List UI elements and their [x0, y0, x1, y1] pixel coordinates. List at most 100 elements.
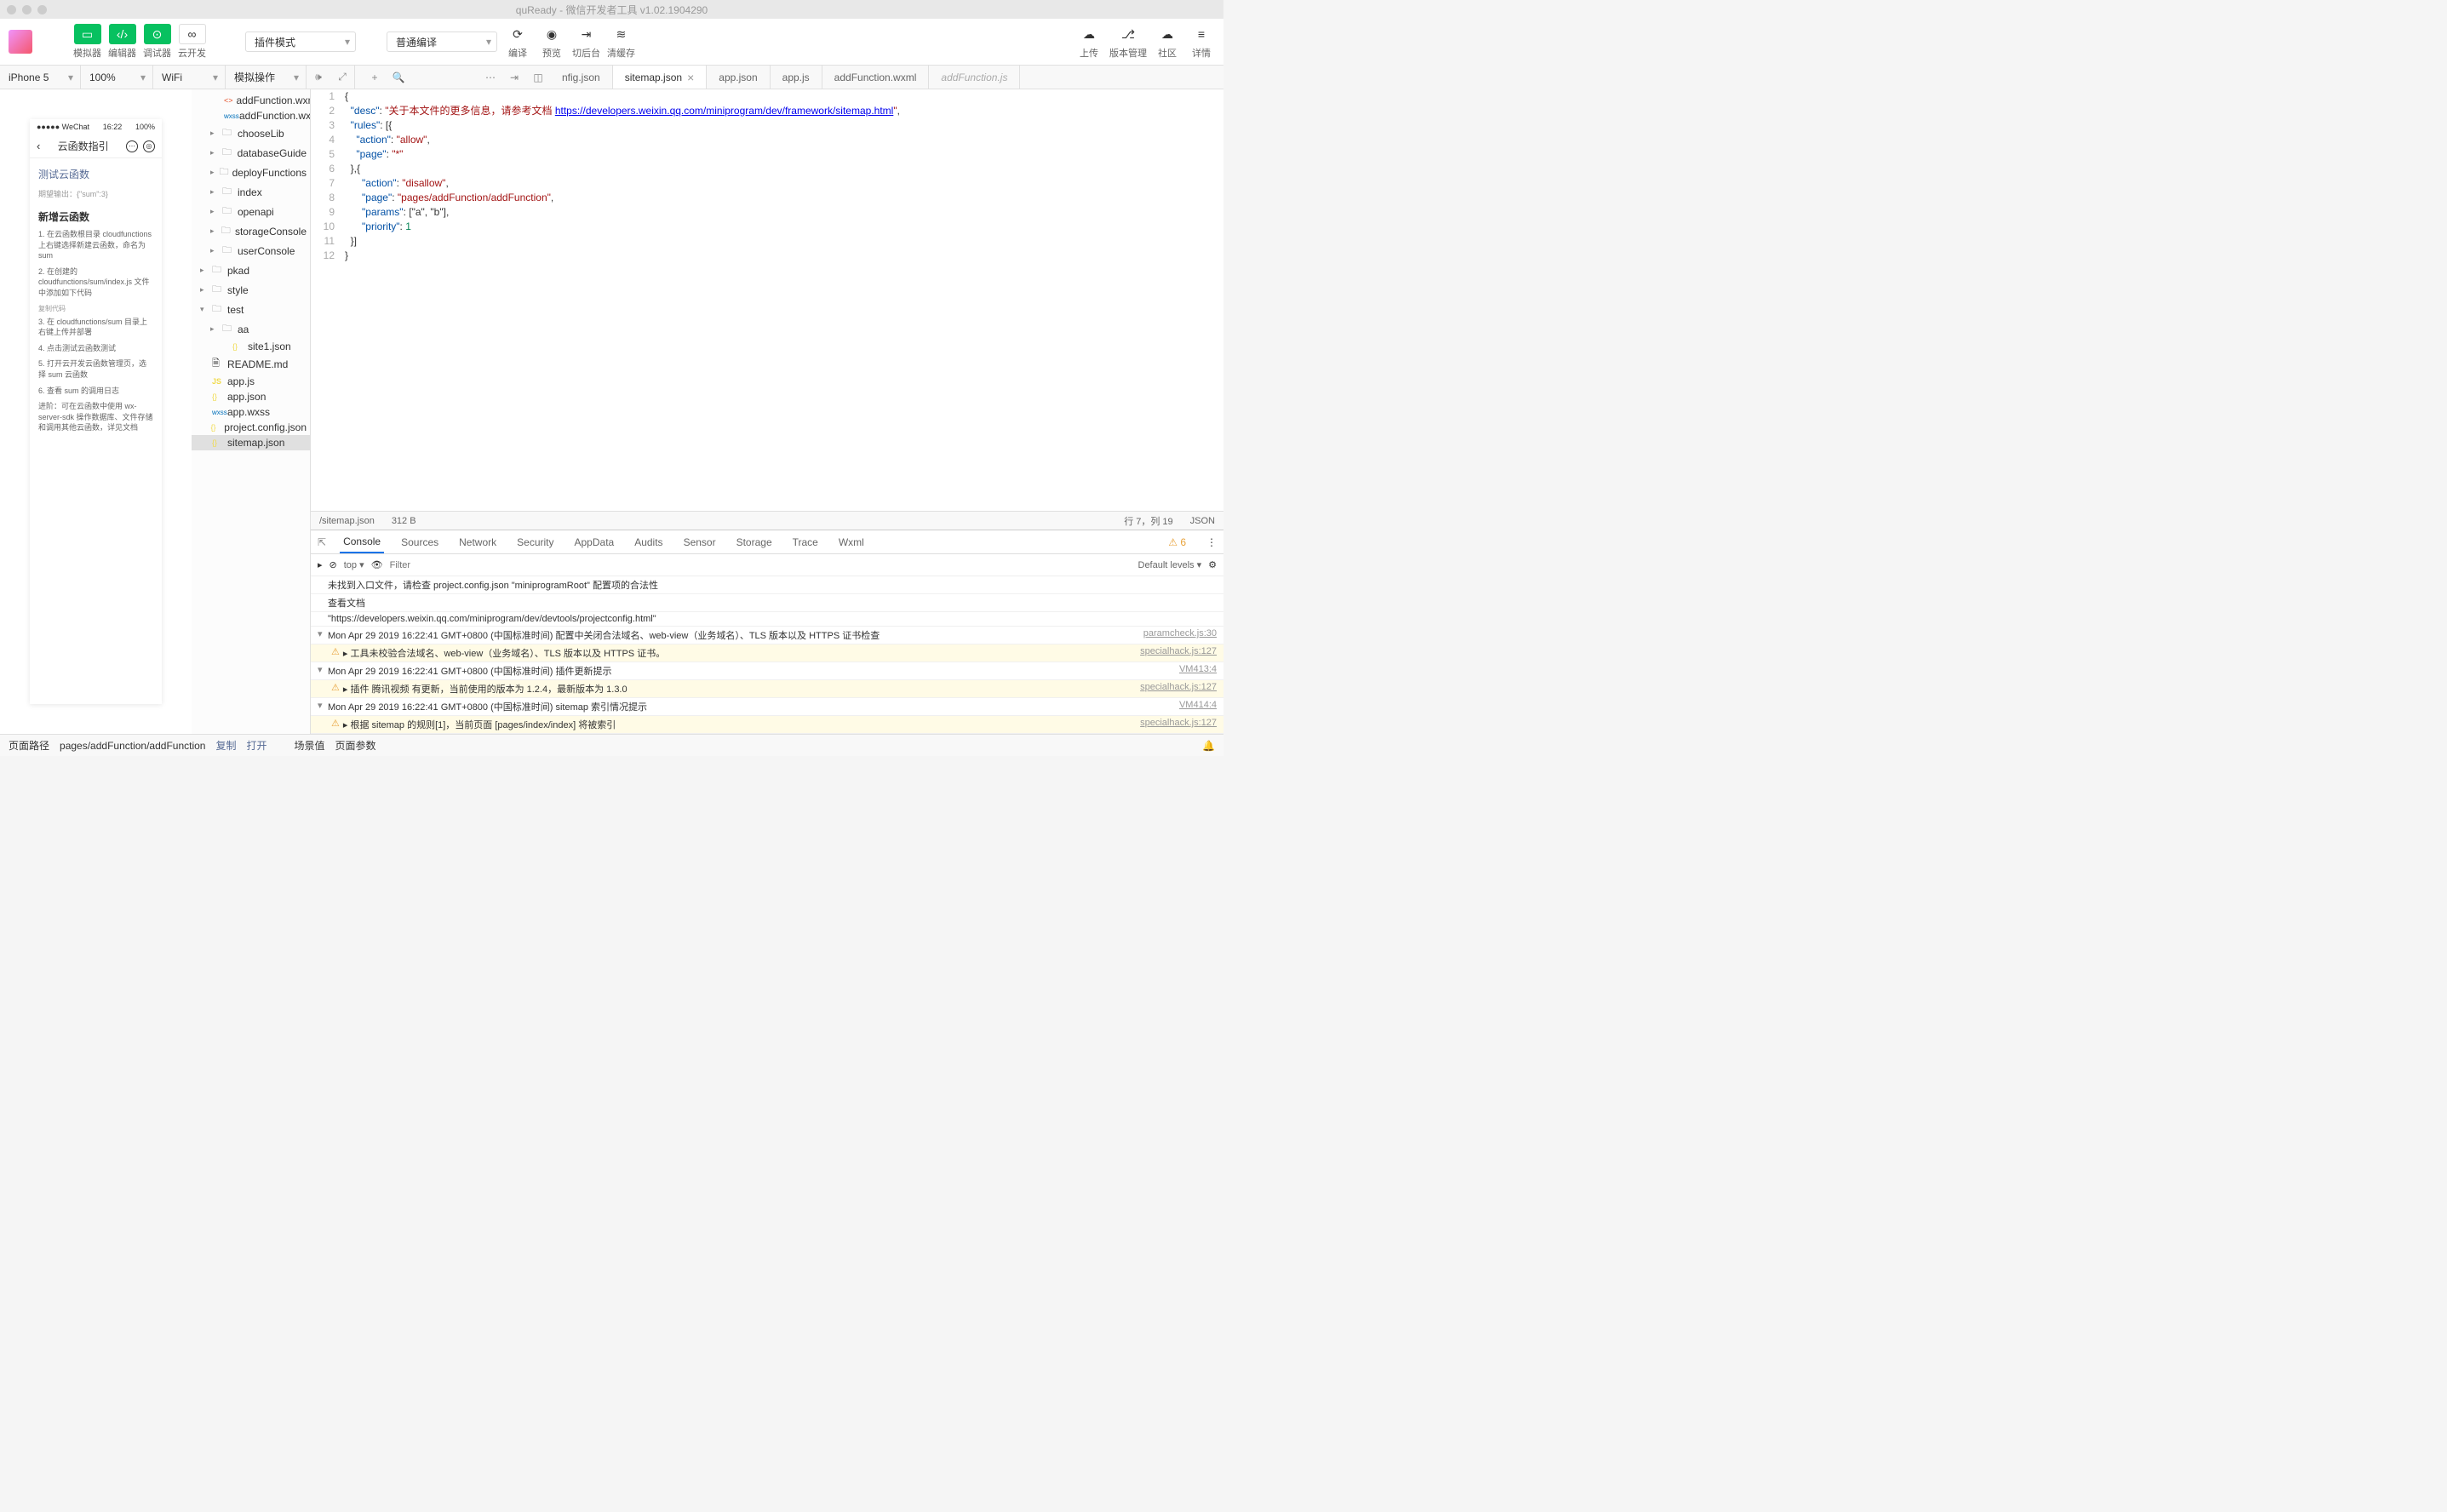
devtools-tab[interactable]: Console — [340, 530, 384, 553]
phone-preview[interactable]: ●●●●● WeChat16:22100% ‹ 云函数指引 ⋯◎ 测试云函数 期… — [30, 119, 162, 704]
clear-icon[interactable]: ⊘ — [330, 559, 337, 570]
details-button[interactable]: ≡详情 — [1188, 24, 1215, 60]
file-tree-item[interactable]: {}project.config.json — [192, 420, 310, 435]
community-button[interactable]: ☁社区 — [1154, 24, 1181, 60]
file-tree-item[interactable]: ▸🗀userConsole — [192, 241, 310, 261]
eye-icon[interactable]: 👁 — [371, 559, 383, 570]
file-tree-item[interactable]: 🗎README.md — [192, 354, 310, 374]
devtools-tab[interactable]: Sensor — [680, 530, 719, 553]
levels-select[interactable]: Default levels ▾ — [1138, 559, 1202, 570]
editor-tab[interactable]: addFunction.wxml — [822, 66, 930, 89]
file-tree-item[interactable]: wxssapp.wxss — [192, 404, 310, 420]
devtools-tab[interactable]: Storage — [733, 530, 776, 553]
copy-code[interactable]: 复制代码 — [38, 304, 153, 313]
console-row[interactable]: ▾Mon Apr 29 2019 16:22:41 GMT+0800 (中国标准… — [311, 627, 1224, 644]
file-tree-item[interactable]: ▸🗀openapi — [192, 202, 310, 221]
detach-icon[interactable]: ⤢ — [330, 66, 354, 89]
clear-cache-button[interactable]: ≋清缓存 — [607, 24, 635, 60]
simulator-button[interactable]: ▭模拟器 — [73, 24, 101, 60]
gear-icon[interactable]: ⚙ — [1208, 559, 1217, 570]
scene-label: 场景值 — [295, 738, 325, 753]
split-icon[interactable]: ◫ — [526, 66, 550, 89]
console-row[interactable]: 未找到入口文件，请检查 project.config.json "minipro… — [311, 576, 1224, 594]
debugger-button[interactable]: ⊙调试器 — [143, 24, 171, 60]
file-tree-item[interactable]: ▸🗀style — [192, 280, 310, 300]
zoom-select[interactable]: 100% — [81, 66, 153, 89]
more-icon[interactable]: ⋯ — [479, 66, 502, 89]
file-tree-item[interactable]: wxssaddFunction.wxss — [192, 108, 310, 123]
search-icon[interactable]: 🔍 — [387, 66, 410, 89]
editor-tab[interactable]: app.json — [707, 66, 770, 89]
new-file-icon[interactable]: + — [363, 66, 387, 89]
file-tree[interactable]: <>addFunction.wxmlwxssaddFunction.wxss▸🗀… — [192, 89, 311, 734]
file-tree-item[interactable]: ▸🗀storageConsole — [192, 221, 310, 241]
devtools-tab[interactable]: Network — [456, 530, 500, 553]
target-icon[interactable]: ◎ — [143, 140, 155, 152]
traffic-lights[interactable] — [7, 5, 47, 14]
editor-tab[interactable]: nfig.json — [550, 66, 613, 89]
console-row[interactable]: ⚠▸ 工具未校验合法域名、web-view（业务域名）、TLS 版本以及 HTT… — [311, 644, 1224, 662]
indent-icon[interactable]: ⇥ — [502, 66, 526, 89]
editor-tab[interactable]: sitemap.json× — [613, 66, 708, 89]
console-row[interactable]: ▾Mon Apr 29 2019 16:22:41 GMT+0800 (中国标准… — [311, 698, 1224, 716]
devtools-more-icon[interactable]: ⋮ — [1206, 536, 1217, 548]
compile-button[interactable]: ⟳编译 — [504, 24, 531, 60]
mute-icon[interactable]: 🕪 — [307, 66, 330, 89]
file-tree-item[interactable]: ▸🗀pkad — [192, 261, 310, 280]
back-icon[interactable]: ‹ — [37, 140, 40, 152]
context-select[interactable]: top ▾ — [344, 559, 364, 570]
devtools-tab[interactable]: Sources — [398, 530, 442, 553]
console-row[interactable]: 查看文档 — [311, 594, 1224, 612]
test-cloud-link[interactable]: 测试云函数 — [38, 167, 153, 181]
filter-input[interactable] — [390, 560, 1132, 570]
devtools-tab[interactable]: Trace — [789, 530, 822, 553]
plugin-mode-select[interactable]: 插件模式 — [245, 32, 356, 52]
file-tree-item[interactable]: {}app.json — [192, 389, 310, 404]
menu-dots-icon[interactable]: ⋯ — [126, 140, 138, 152]
file-tree-item[interactable]: ▸🗀deployFunctions — [192, 163, 310, 182]
devtools: ⇱ Console Sources Network Security AppData Au… — [311, 530, 1224, 734]
file-tree-item[interactable]: ▸🗀index — [192, 182, 310, 202]
file-tree-item[interactable]: <>addFunction.wxml — [192, 93, 310, 108]
console-row[interactable]: ▾Mon Apr 29 2019 16:22:41 GMT+0800 (中国标准… — [311, 662, 1224, 680]
compile-mode-select[interactable]: 普通编译 — [387, 32, 497, 52]
editor-tab[interactable]: app.js — [771, 66, 822, 89]
bottombar: 页面路径 pages/addFunction/addFunction 复制 打开… — [0, 734, 1224, 756]
devtools-tab[interactable]: Audits — [631, 530, 666, 553]
bell-icon[interactable]: 🔔 — [1202, 740, 1215, 752]
devtools-tab[interactable]: Wxml — [835, 530, 868, 553]
preview-button[interactable]: ◉预览 — [538, 24, 565, 60]
inspect-icon[interactable]: ⇱ — [318, 536, 326, 548]
file-lang: JSON — [1190, 516, 1215, 526]
sim-ops-select[interactable]: 模拟操作 — [226, 66, 307, 89]
console-output[interactable]: 未找到入口文件，请检查 project.config.json "minipro… — [311, 576, 1224, 734]
warning-count[interactable]: ⚠ 6 — [1168, 536, 1186, 548]
file-tree-item[interactable]: ▸🗀chooseLib — [192, 123, 310, 143]
file-tree-item[interactable]: ▸🗀databaseGuide — [192, 143, 310, 163]
editor-tab[interactable]: addFunction.js — [929, 66, 1020, 89]
network-select[interactable]: WiFi — [153, 66, 226, 89]
version-button[interactable]: ⎇版本管理 — [1109, 24, 1147, 60]
close-icon[interactable]: × — [687, 71, 694, 84]
console-row[interactable]: "https://developers.weixin.qq.com/minipr… — [311, 612, 1224, 627]
file-tree-item[interactable]: {}site1.json — [192, 339, 310, 354]
file-tree-item[interactable]: ▸🗀aa — [192, 319, 310, 339]
play-icon[interactable]: ▸ — [318, 559, 323, 570]
console-row[interactable]: ⚠▸ 根据 sitemap 的规则[1]，当前页面 [pages/index/i… — [311, 716, 1224, 734]
devtools-tab[interactable]: AppData — [571, 530, 618, 553]
file-tree-item[interactable]: ▾🗀test — [192, 300, 310, 319]
editor-button[interactable]: ‹/›编辑器 — [108, 24, 136, 60]
upload-button[interactable]: ☁上传 — [1075, 24, 1103, 60]
copy-link[interactable]: 复制 — [215, 738, 236, 753]
background-button[interactable]: ⇥切后台 — [572, 24, 600, 60]
code-editor[interactable]: 123456789101112 { "desc": "关于本文件的更多信息，请参… — [311, 89, 1224, 511]
console-row[interactable]: ⚠▸ 插件 腾讯视频 有更新，当前使用的版本为 1.2.4，最新版本为 1.3.… — [311, 680, 1224, 698]
code-icon: ‹/› — [109, 24, 136, 44]
devtools-tab[interactable]: Security — [513, 530, 557, 553]
open-link[interactable]: 打开 — [247, 738, 267, 753]
avatar[interactable] — [9, 30, 32, 54]
device-select[interactable]: iPhone 5 — [0, 66, 81, 89]
file-tree-item[interactable]: {}sitemap.json — [192, 435, 310, 450]
file-tree-item[interactable]: JSapp.js — [192, 374, 310, 389]
cloud-button[interactable]: ∞云开发 — [178, 24, 206, 60]
